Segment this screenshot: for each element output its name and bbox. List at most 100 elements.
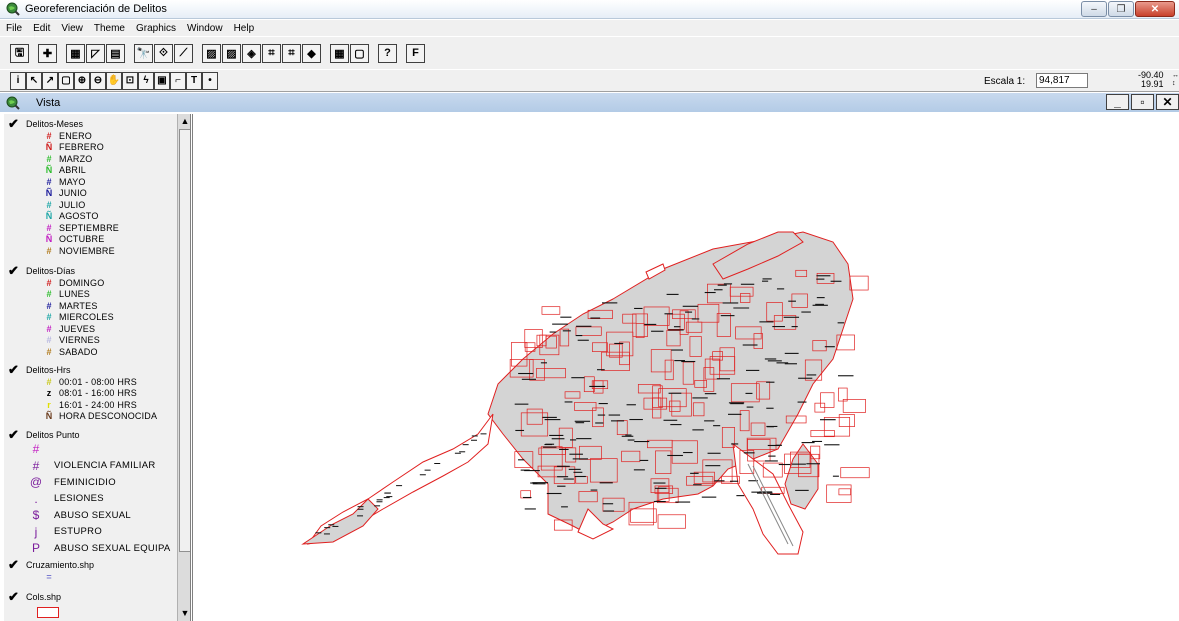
edit-legend-icon[interactable]: ◸ — [86, 43, 105, 63]
legend-label: MIERCOLES — [59, 312, 114, 323]
globe-icon — [6, 2, 20, 16]
vertex-edit-icon[interactable]: ↗ — [42, 71, 58, 90]
legend-symbol: # — [46, 199, 52, 210]
theme-header[interactable]: ✔ Cruzamiento.shp — [4, 558, 176, 571]
custom-f-button-icon[interactable]: F — [406, 43, 425, 63]
theme-header[interactable]: ✔ Delitos-Meses — [4, 117, 176, 130]
pan-icon[interactable]: ✋ — [106, 71, 122, 90]
scale-input[interactable] — [1036, 73, 1088, 88]
legend-item: # MAYO — [4, 176, 176, 188]
legend-item: # — [4, 441, 176, 458]
pointer-icon[interactable]: ↖ — [26, 71, 42, 90]
identify-icon[interactable]: i — [10, 71, 26, 90]
scroll-up-icon[interactable]: ▲ — [179, 115, 190, 128]
view-close-button[interactable]: ✕ — [1156, 94, 1179, 110]
maximize-button[interactable]: ❐ — [1108, 1, 1134, 17]
zoom-full-icon[interactable]: ▨ — [202, 43, 221, 63]
visibility-checkbox-icon[interactable]: ✔ — [8, 264, 24, 277]
scroll-thumb[interactable] — [179, 129, 190, 552]
menu-file[interactable]: File — [6, 23, 22, 34]
table-of-contents[interactable]: ✔ Delitos-Meses # ENERO Ñ FEBRERO # MARZO Ñ ABRIL… — [4, 114, 191, 621]
menu-graphics[interactable]: Graphics — [136, 23, 176, 34]
block-outline — [849, 275, 869, 291]
legend-symbol: # — [46, 222, 52, 233]
query-builder-icon[interactable]: ⟐ — [154, 43, 173, 63]
legend-symbol: # — [46, 335, 52, 346]
legend-symbol: Ñ — [45, 165, 53, 176]
legend-symbol: Ñ — [45, 188, 53, 199]
theme-header[interactable]: ✔ Delitos-Días — [4, 264, 176, 277]
block-outline — [838, 414, 855, 427]
menu-edit[interactable]: Edit — [33, 23, 50, 34]
theme-cols-shp[interactable]: ✔ Cols.shp — [4, 590, 176, 618]
zoom-active-icon[interactable]: ▨ — [222, 43, 241, 63]
menu-theme[interactable]: Theme — [94, 23, 125, 34]
add-theme-icon[interactable]: ✚ — [38, 43, 57, 63]
zoom-previous-icon[interactable]: ◆ — [302, 43, 321, 63]
select-features-icon[interactable]: ▦ — [330, 43, 349, 63]
button-bar: 🖫 ✚ ▦ ◸ ▤ 🔭 ⟐ ⟋ ▨ ▨ ◈ ⌗ ⌗ ◆ ▦ ▢? F — [0, 37, 1179, 69]
map-canvas[interactable] — [192, 114, 1179, 621]
view-restore-button[interactable]: ▫ — [1131, 94, 1154, 110]
theme-delitos-hrs[interactable]: ✔ Delitos-Hrs #00:01 - 08:00 HRS z 08:01 - 1… — [4, 363, 176, 422]
theme-header[interactable]: ✔ Cols.shp — [4, 590, 176, 603]
theme-delitos-d-as[interactable]: ✔ Delitos-Días # DOMINGO # LUNES # MARTES # MIERC… — [4, 264, 176, 358]
legend-label: ABUSO SEXUAL — [54, 509, 131, 521]
minimize-button[interactable]: – — [1081, 1, 1107, 17]
visibility-checkbox-icon[interactable]: ✔ — [8, 363, 24, 376]
theme-name: Delitos Punto — [26, 429, 80, 440]
locate-address-icon[interactable]: ⟋ — [174, 43, 193, 63]
legend-symbol: . — [34, 491, 38, 506]
legend-item: r 16:01 - 24:00 HRS — [4, 399, 176, 411]
coord-y: 19.91 — [1141, 79, 1164, 89]
theme-delitos-punto[interactable]: ✔ Delitos Punto # # VIOLENCIA FAMILIAR @ FEMIN… — [4, 428, 176, 557]
legend-item: Ñ JUNIO — [4, 188, 176, 200]
hotlink-icon[interactable]: ϟ — [138, 71, 154, 90]
view-title-bar: Vista _ ▫ ✕ — [0, 93, 1179, 112]
area-of-interest-icon[interactable]: ▣ — [154, 71, 170, 90]
find-icon[interactable]: 🔭 — [134, 43, 153, 63]
scroll-down-icon[interactable]: ▼ — [179, 607, 190, 620]
visibility-checkbox-icon[interactable]: ✔ — [8, 428, 24, 441]
toc-scrollbar[interactable]: ▲ ▼ — [177, 114, 190, 621]
view-minimize-button[interactable]: _ — [1106, 94, 1129, 110]
zoom-selected-icon[interactable]: ◈ — [242, 43, 261, 63]
theme-cruzamiento-shp[interactable]: ✔ Cruzamiento.shp = — [4, 558, 176, 583]
zoom-in-fixed-icon[interactable]: ⌗ — [262, 43, 281, 63]
legend-symbol: r — [47, 399, 51, 410]
theme-delitos-meses[interactable]: ✔ Delitos-Meses # ENERO Ñ FEBRERO # MARZO Ñ ABRIL… — [4, 117, 176, 257]
help-icon[interactable]: ? — [378, 43, 397, 63]
visibility-checkbox-icon[interactable]: ✔ — [8, 558, 24, 571]
zoom-in-icon[interactable]: ⊕ — [74, 71, 90, 90]
legend-symbol: # — [46, 176, 52, 187]
zoom-out-icon[interactable]: ⊖ — [90, 71, 106, 90]
clear-selection-icon[interactable]: ▢ — [350, 43, 369, 63]
select-feature-icon[interactable]: ▢ — [58, 71, 74, 90]
measure-icon[interactable]: ⊡ — [122, 71, 138, 90]
theme-properties-icon[interactable]: ▦ — [66, 43, 85, 63]
draw-point-icon[interactable]: • — [202, 71, 218, 90]
city-map[interactable] — [193, 114, 1179, 621]
menu-window[interactable]: Window — [187, 23, 223, 34]
legend-label: NOVIEMBRE — [59, 245, 115, 256]
legend-item: #00:01 - 08:00 HRS — [4, 376, 176, 388]
zoom-out-fixed-icon[interactable]: ⌗ — [282, 43, 301, 63]
menu-help[interactable]: Help — [234, 23, 255, 34]
legend-symbol: # — [46, 130, 52, 141]
open-table-icon[interactable]: ▤ — [106, 43, 125, 63]
close-button[interactable]: ✕ — [1135, 1, 1175, 17]
legend-label: MARZO — [59, 153, 93, 164]
legend-label: VIERNES — [59, 335, 100, 346]
scale-label: Escala 1: — [984, 76, 1026, 87]
theme-name: Delitos-Hrs — [26, 364, 71, 375]
visibility-checkbox-icon[interactable]: ✔ — [8, 590, 24, 603]
western-district — [301, 498, 379, 545]
text-icon[interactable]: T — [186, 71, 202, 90]
visibility-checkbox-icon[interactable]: ✔ — [8, 117, 24, 130]
theme-header[interactable]: ✔ Delitos-Hrs — [4, 363, 176, 376]
theme-header[interactable]: ✔ Delitos Punto — [4, 428, 176, 441]
save-icon[interactable]: 🖫 — [10, 43, 29, 63]
label-icon[interactable]: ⌐ — [170, 71, 186, 90]
block-outline — [541, 306, 561, 315]
menu-view[interactable]: View — [61, 23, 83, 34]
